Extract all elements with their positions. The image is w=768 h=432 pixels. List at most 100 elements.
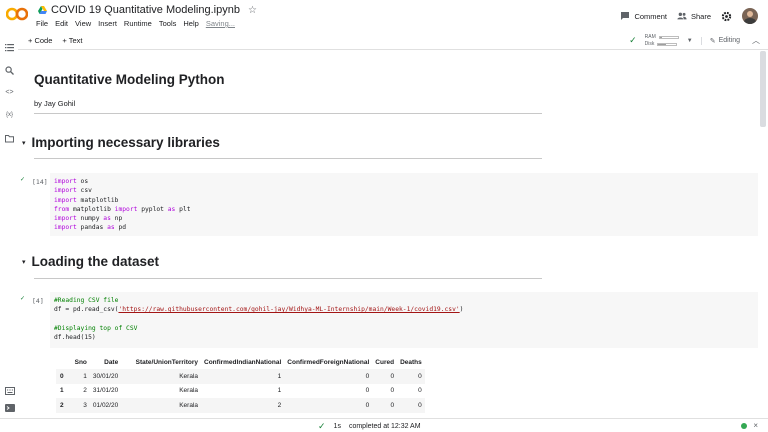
table-row: 0 1 30/01/20 Kerala 1 0 0 0: [56, 369, 425, 384]
column-header: Sno: [74, 358, 87, 366]
chevron-down-icon[interactable]: ▼: [687, 38, 693, 44]
menu-file[interactable]: File: [36, 19, 48, 28]
execution-count[interactable]: [4]: [32, 297, 44, 305]
terminal-icon[interactable]: [5, 404, 15, 412]
disk-label: Disk: [644, 41, 655, 47]
code-comment: #Displaying top of CSV: [54, 324, 138, 332]
divider: [34, 113, 542, 114]
column-header: [56, 355, 72, 369]
table-row: 2 3 01/02/20 Kerala 2 0 0 0: [56, 398, 425, 413]
section-title: Importing necessary libraries: [31, 135, 220, 150]
avatar[interactable]: [742, 8, 758, 24]
editing-label: Editing: [718, 37, 740, 44]
ram-fill: [659, 36, 662, 38]
folder-icon[interactable]: [5, 134, 14, 143]
header-actions: Comment Share: [620, 8, 758, 24]
column-header: Cured: [375, 358, 395, 366]
share-button[interactable]: Share: [677, 11, 711, 21]
code-snippets-icon[interactable]: <>: [5, 88, 14, 97]
command-palette-icon[interactable]: [5, 387, 15, 395]
column-header: State/UnionTerritory: [135, 358, 199, 366]
connection-status-icon: [741, 422, 748, 429]
execution-duration: 1s: [333, 423, 341, 430]
star-icon[interactable]: ☆: [248, 5, 257, 16]
menu-tools[interactable]: Tools: [159, 19, 177, 28]
pencil-icon: ✎: [709, 37, 716, 45]
notebook-title[interactable]: COVID 19 Quantitative Modeling.ipynb: [51, 4, 240, 16]
author-text: by Jay Gohil: [34, 99, 76, 108]
insert-actions: + Code + Text: [28, 36, 83, 45]
code-line: from matplotlib import pyplot as plt: [54, 205, 191, 213]
code-line: import numpy as np: [54, 215, 123, 223]
menu-insert[interactable]: Insert: [98, 19, 117, 28]
ram-row: RAM: [645, 34, 679, 40]
code-comment: #Reading CSV file: [54, 297, 119, 304]
column-header: ConfirmedIndianNational: [204, 358, 282, 366]
toc-icon[interactable]: [5, 43, 14, 52]
column-header: ConfirmedForeignNational: [287, 358, 370, 366]
code-line: df.head(15): [54, 334, 96, 342]
menu-bar: File Edit View Insert Runtime Tools Help…: [36, 19, 235, 28]
status-bar: ✓ 1s completed at 12:32 AM ×: [0, 418, 768, 432]
notebook-toolbar: + Code + Text ✓ RAM Disk ▼ ✎ Editing ︿: [18, 32, 768, 50]
saving-status: Saving...: [205, 19, 235, 28]
menu-help[interactable]: Help: [183, 19, 198, 28]
csv-url-link[interactable]: 'https://raw.githubusercontent.com/gohil…: [118, 306, 459, 313]
section-loading[interactable]: ▾ Loading the dataset: [22, 254, 159, 269]
status-check-icon: ✓: [318, 421, 326, 431]
scrollbar-thumb[interactable]: [760, 51, 766, 127]
colab-logo-icon[interactable]: [6, 7, 28, 21]
code-line: import os: [54, 178, 89, 185]
runtime-status: ✓ RAM Disk ▼ ✎ Editing: [629, 34, 740, 47]
cell-success-icon: ✓: [20, 177, 26, 183]
settings-button[interactable]: [721, 11, 732, 22]
collapse-header-icon[interactable]: ︿: [752, 35, 760, 46]
disk-bar: [657, 42, 678, 46]
disk-fill: [658, 43, 667, 45]
add-text-button[interactable]: + Text: [62, 36, 82, 45]
editing-mode-button[interactable]: ✎ Editing: [700, 36, 740, 45]
column-header: Deaths: [400, 358, 422, 366]
close-icon[interactable]: ×: [753, 422, 758, 430]
section-importing[interactable]: ▾ Importing necessary libraries: [22, 135, 220, 150]
code-line: import matplotlib: [54, 196, 119, 204]
comment-icon: [621, 12, 630, 20]
left-rail: <> {x}: [0, 32, 18, 418]
ram-label: RAM: [644, 34, 656, 40]
code-line: import csv: [54, 187, 92, 195]
resource-monitor[interactable]: RAM Disk: [645, 34, 679, 47]
doc-title-row: COVID 19 Quantitative Modeling.ipynb ☆: [38, 4, 257, 16]
share-label: Share: [690, 11, 711, 21]
add-code-button[interactable]: + Code: [28, 36, 52, 45]
comment-button[interactable]: Comment: [620, 11, 667, 21]
menu-edit[interactable]: Edit: [55, 19, 68, 28]
code-cell-imports[interactable]: import os import csv import matplotlib from…: [50, 173, 758, 236]
notebook-heading: Quantitative Modeling Python: [34, 72, 225, 87]
variables-icon[interactable]: {x}: [5, 111, 14, 120]
notebook-scrollbar[interactable]: [760, 51, 766, 418]
execution-count[interactable]: [14]: [32, 178, 48, 186]
app-header: COVID 19 Quantitative Modeling.ipynb ☆ F…: [0, 0, 768, 32]
section-title: Loading the dataset: [31, 254, 160, 269]
table-header-row: Sno Date State/UnionTerritory ConfirmedI…: [56, 355, 425, 369]
execution-message: completed at 12:32 AM: [348, 423, 421, 430]
divider: [34, 158, 542, 159]
menu-runtime[interactable]: Runtime: [124, 19, 152, 28]
people-icon: [677, 12, 687, 20]
code-line: import pandas as pd: [54, 224, 127, 232]
code-cell-read-csv[interactable]: #Reading CSV file df = pd.read_csv('https…: [50, 292, 758, 348]
gear-icon: [721, 11, 732, 21]
table-row: 1 2 31/01/20 Kerala 1 0 0 0: [60, 387, 422, 395]
caret-down-icon[interactable]: ▾: [22, 139, 26, 147]
execution-status[interactable]: ✓ 1s completed at 12:32 AM: [318, 421, 421, 432]
connected-check-icon: ✓: [629, 35, 637, 45]
code-line: df = pd.read_csv('https://raw.githubuser…: [54, 306, 464, 314]
divider: [34, 278, 542, 279]
dataframe-output: Sno Date State/UnionTerritory ConfirmedI…: [56, 355, 425, 413]
disk-row: Disk: [645, 41, 679, 47]
search-icon[interactable]: [5, 66, 14, 75]
cell-success-icon: ✓: [20, 296, 26, 302]
caret-down-icon[interactable]: ▾: [22, 258, 26, 266]
menu-view[interactable]: View: [75, 19, 91, 28]
